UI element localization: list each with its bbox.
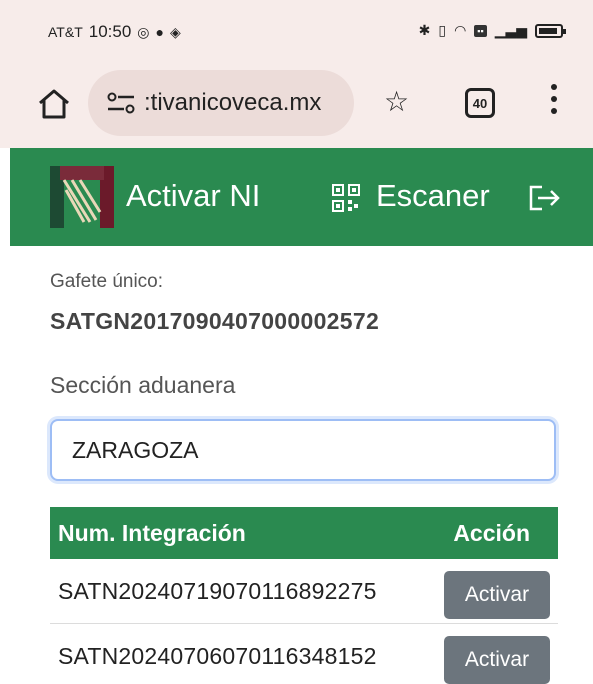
more-menu-icon[interactable] (550, 84, 558, 120)
app-logo[interactable] (50, 166, 114, 228)
instagram-icon: ◎ (137, 23, 150, 40)
app-header: Activar NI Escaner (10, 148, 593, 246)
vowifi-icon: ▪▪ (474, 24, 487, 37)
integration-number: SATN20240719070116892275 (58, 577, 377, 604)
address-bar[interactable]: :tivanicoveca.mx (88, 70, 354, 136)
status-left: AT&T 10:50 ◎ ● ◈ (48, 22, 181, 42)
facebook-icon: ● (155, 24, 164, 40)
tab-switcher-button[interactable]: 40 (465, 88, 495, 118)
table-header: Num. Integración Acción (50, 507, 558, 559)
signal-icon: ▁▃▅ (494, 22, 527, 38)
qr-code-icon[interactable] (332, 184, 360, 212)
integration-table: Num. Integración Acción SATN202407190701… (50, 507, 558, 684)
location-icon: ◈ (169, 23, 181, 40)
wifi-icon: ◠ (454, 22, 467, 38)
integration-number: SATN20240706070116348152 (58, 642, 377, 669)
bookmark-star-icon[interactable]: ☆ (384, 88, 409, 116)
page-title: Activar NI (126, 178, 261, 213)
status-right: ✱ ▯ ◠ ▪▪ ▁▃▅ (418, 22, 566, 39)
table-row: SATN20240706070116348152 Activar (50, 624, 558, 684)
table-row: SATN20240719070116892275 Activar (50, 559, 558, 624)
scanner-link[interactable]: Escaner (376, 178, 490, 214)
carrier-label: AT&T (48, 24, 83, 40)
url-text[interactable]: :tivanicoveca.mx (144, 89, 321, 117)
battery-icon (535, 23, 566, 38)
logout-icon[interactable] (528, 184, 562, 212)
vibrate-icon: ▯ (438, 22, 447, 38)
site-settings-icon[interactable] (106, 91, 136, 115)
gafete-value: SATGN2017090407000002572 (50, 308, 380, 334)
bluetooth-icon: ✱ (418, 22, 431, 38)
gafete-label: Gafete único: (50, 271, 164, 292)
seccion-label: Sección aduanera (50, 372, 236, 398)
activate-button[interactable]: Activar (444, 636, 550, 684)
column-header-accion: Acción (453, 519, 530, 546)
home-icon[interactable] (36, 86, 72, 122)
status-bar: AT&T 10:50 ◎ ● ◈ ✱ ▯ ◠ ▪▪ ▁▃▅ (0, 0, 593, 66)
browser-toolbar: :tivanicoveca.mx ☆ 40 (0, 66, 593, 148)
column-header-num-integracion: Num. Integración (58, 519, 246, 546)
clock: 10:50 (88, 22, 132, 41)
seccion-input[interactable] (50, 419, 556, 481)
activate-button[interactable]: Activar (444, 571, 550, 619)
